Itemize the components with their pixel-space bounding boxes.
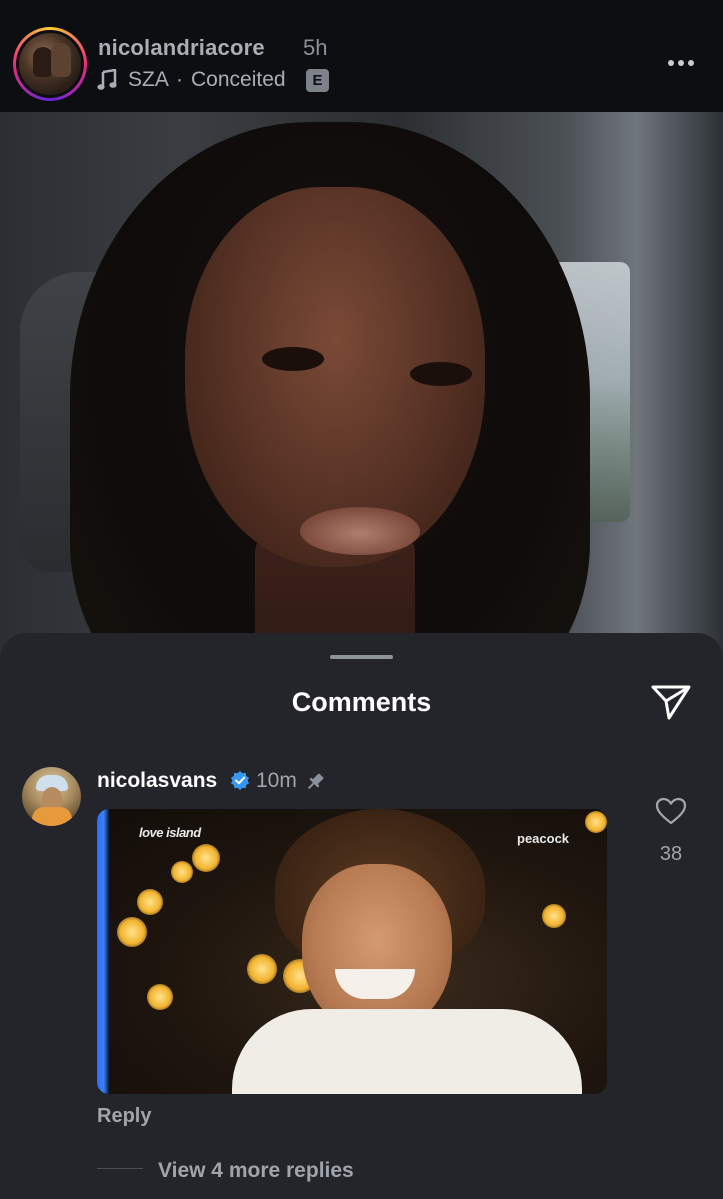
like-count: 38	[659, 843, 683, 865]
comment-username[interactable]: nicolasvans	[97, 769, 217, 793]
view-replies-button[interactable]: View 4 more replies	[158, 1159, 354, 1183]
story-header: nicolandriacore 5h SZA · Conceited E	[0, 0, 723, 112]
gif-logo-left: love island	[139, 825, 201, 840]
lips	[300, 507, 420, 555]
story-photo[interactable]	[0, 112, 723, 672]
comment-gif[interactable]: love island peacock	[97, 809, 607, 1094]
music-song[interactable]: Conceited	[191, 68, 286, 92]
right-eye	[410, 362, 472, 386]
drag-handle[interactable]	[330, 655, 393, 659]
explicit-badge: E	[306, 69, 329, 92]
heart-icon[interactable]	[655, 797, 687, 825]
story-avatar-image	[19, 33, 81, 95]
story-username[interactable]: nicolandriacore	[98, 35, 265, 61]
reply-button[interactable]: Reply	[97, 1105, 151, 1128]
verified-badge-icon	[231, 771, 249, 790]
gif-logo-right: peacock	[517, 831, 570, 846]
story-time: 5h	[303, 35, 328, 60]
pin-icon	[307, 773, 324, 790]
comments-sheet: Comments nicolasvans 10m love island pea…	[0, 633, 723, 1199]
comments-title: Comments	[291, 687, 432, 717]
send-icon[interactable]	[650, 683, 692, 721]
replies-divider	[97, 1168, 143, 1169]
music-note-icon	[97, 69, 117, 90]
music-artist[interactable]: SZA	[128, 68, 169, 92]
story-avatar[interactable]	[13, 27, 87, 101]
comment-time: 10m	[256, 769, 297, 792]
avatar[interactable]	[22, 767, 81, 826]
more-options-icon[interactable]	[665, 58, 697, 68]
left-eye	[262, 347, 324, 371]
music-separator: ·	[176, 68, 183, 91]
